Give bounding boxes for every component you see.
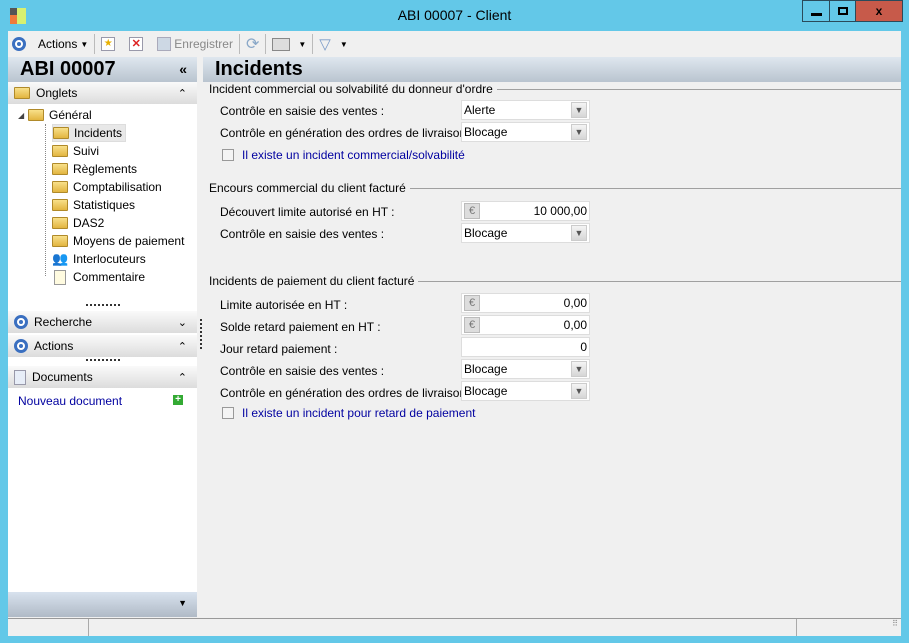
search-pane-header[interactable]: Recherche ⌄ bbox=[8, 311, 197, 333]
main-panel: Incidents Incident commercial ou solvabi… bbox=[203, 57, 901, 617]
label: Limite autorisée en HT : bbox=[220, 298, 348, 312]
tree-item-moyens-paiement[interactable]: Moyens de paiement bbox=[52, 232, 184, 250]
folder-icon bbox=[52, 181, 68, 193]
collapse-icon[interactable]: ⌃ bbox=[178, 87, 187, 100]
overdraft-limit-input[interactable]: €10 000,00 bbox=[461, 201, 590, 221]
commercial-incident-checkbox[interactable]: Il existe un incident commercial/solvabi… bbox=[222, 148, 465, 162]
close-button[interactable]: x bbox=[855, 0, 903, 22]
note-icon bbox=[54, 269, 66, 285]
tabs-pane-header[interactable]: Onglets ⌃ bbox=[8, 82, 197, 104]
toolbar: Actions ▼ ★ ✕ Enregistrer ⟳ ▼ ▽ ▼ bbox=[8, 31, 901, 57]
client-area: Actions ▼ ★ ✕ Enregistrer ⟳ ▼ ▽ ▼ ABI 0000… bbox=[8, 31, 901, 636]
sales-control-select[interactable]: Blocage ▼ bbox=[461, 359, 590, 379]
folder-icon bbox=[52, 199, 68, 211]
folder-icon bbox=[28, 109, 44, 121]
tabs-tree: ◢ Général Incidents Suivi Règlements Com… bbox=[8, 104, 197, 304]
filter-icon: ▽ bbox=[319, 36, 331, 53]
window-title: ABI 00007 - Client bbox=[397, 7, 512, 23]
collapse-icon[interactable]: ⌃ bbox=[178, 340, 187, 353]
label: Contrôle en génération des ordres de liv… bbox=[220, 126, 473, 140]
delivery-control-select[interactable]: Blocage ▼ bbox=[461, 122, 590, 142]
folder-icon bbox=[14, 87, 30, 99]
label: Découvert limite autorisé en HT : bbox=[220, 205, 395, 219]
document-icon bbox=[14, 369, 26, 385]
tree-item-commentaire[interactable]: Commentaire bbox=[52, 268, 145, 286]
minimize-button[interactable] bbox=[802, 0, 830, 22]
resize-grip-icon[interactable]: ⠿ bbox=[797, 619, 901, 636]
tree-item-general[interactable]: Général bbox=[28, 106, 92, 124]
chevron-down-icon[interactable]: ▼ bbox=[571, 124, 587, 140]
contacts-icon: 👥 bbox=[52, 251, 69, 266]
collapse-panel-button[interactable]: « bbox=[179, 57, 187, 82]
title-bar: ABI 00007 - Client x bbox=[0, 0, 909, 31]
new-icon[interactable]: ★ bbox=[101, 37, 116, 51]
delete-icon[interactable]: ✕ bbox=[129, 37, 144, 51]
chevron-down-icon[interactable]: ▼ bbox=[571, 102, 587, 118]
left-panel: ABI 00007 « Onglets ⌃ ◢ Général Incidents … bbox=[8, 57, 197, 617]
authorized-limit-input[interactable]: €0,00 bbox=[461, 293, 590, 313]
save-button[interactable]: Enregistrer bbox=[157, 37, 233, 51]
tree-item-das2[interactable]: DAS2 bbox=[52, 214, 104, 232]
status-cell bbox=[89, 619, 797, 636]
actions-pane-header[interactable]: Actions ⌃ bbox=[8, 335, 197, 357]
late-balance-input[interactable]: €0,00 bbox=[461, 315, 590, 335]
add-icon[interactable]: + bbox=[173, 395, 183, 405]
new-document-link[interactable]: Nouveau document bbox=[18, 394, 122, 408]
actions-pane-icon bbox=[14, 339, 28, 353]
actions-menu-button[interactable]: Actions ▼ bbox=[38, 37, 88, 51]
tree-item-incidents[interactable]: Incidents bbox=[52, 124, 127, 142]
section-commercial-incident: Incident commercial ou solvabilité du do… bbox=[209, 82, 901, 96]
filter-button[interactable]: ▽ ▼ bbox=[319, 35, 347, 53]
open-folder-icon bbox=[53, 127, 69, 139]
status-cell bbox=[8, 619, 89, 636]
collapse-icon[interactable]: ⌃ bbox=[178, 371, 187, 384]
folder-icon bbox=[52, 145, 68, 157]
tree-item-reglements[interactable]: Règlements bbox=[52, 160, 137, 178]
folder-icon bbox=[52, 163, 68, 175]
label: Contrôle en saisie des ventes : bbox=[220, 227, 385, 241]
expand-icon[interactable]: ⌄ bbox=[178, 316, 187, 329]
chevron-down-icon[interactable]: ▼ bbox=[571, 225, 587, 241]
folder-icon bbox=[52, 217, 68, 229]
label: Contrôle en saisie des ventes : bbox=[220, 104, 385, 118]
euro-icon: € bbox=[464, 203, 480, 219]
sales-control-select[interactable]: Alerte ▼ bbox=[461, 100, 590, 120]
splitter-handle[interactable] bbox=[86, 359, 120, 361]
chevron-down-icon[interactable]: ▼ bbox=[178, 598, 187, 608]
documents-pane-header[interactable]: Documents ⌃ bbox=[8, 366, 197, 388]
refresh-icon[interactable]: ⟳ bbox=[246, 34, 259, 54]
search-pane-icon bbox=[14, 315, 28, 329]
label: Contrôle en saisie des ventes : bbox=[220, 364, 385, 378]
print-icon bbox=[272, 37, 291, 51]
tree-item-statistiques[interactable]: Statistiques bbox=[52, 196, 135, 214]
tree-item-suivi[interactable]: Suivi bbox=[52, 142, 99, 160]
panel-options-bar[interactable]: ▼ bbox=[8, 592, 197, 617]
chevron-down-icon[interactable]: ▼ bbox=[571, 383, 587, 399]
section-encours: Encours commercial du client facturé bbox=[209, 181, 901, 195]
late-payment-incident-checkbox[interactable]: Il existe un incident pour retard de pai… bbox=[222, 406, 475, 420]
folder-icon bbox=[52, 235, 68, 247]
maximize-button[interactable] bbox=[829, 0, 856, 22]
chevron-down-icon[interactable]: ▼ bbox=[571, 361, 587, 377]
nav-icon[interactable] bbox=[12, 37, 26, 51]
expand-toggle-icon[interactable]: ◢ bbox=[18, 111, 24, 120]
vertical-splitter[interactable] bbox=[200, 319, 202, 349]
print-button[interactable]: ▼ bbox=[272, 37, 306, 51]
tree-item-comptabilisation[interactable]: Comptabilisation bbox=[52, 178, 162, 196]
late-days-input[interactable]: 0 bbox=[461, 337, 590, 357]
delivery-control-select[interactable]: Blocage ▼ bbox=[461, 381, 590, 401]
label: Jour retard paiement : bbox=[220, 342, 338, 356]
splitter-handle[interactable] bbox=[86, 304, 120, 306]
section-payment-incidents: Incidents de paiement du client facturé bbox=[209, 274, 901, 288]
status-bar: ⠿ bbox=[8, 618, 901, 636]
euro-icon: € bbox=[464, 295, 480, 311]
tree-item-interlocuteurs[interactable]: 👥 Interlocuteurs bbox=[52, 250, 146, 268]
euro-icon: € bbox=[464, 317, 480, 333]
label: Contrôle en génération des ordres de liv… bbox=[220, 386, 473, 400]
sales-control-select[interactable]: Blocage ▼ bbox=[461, 223, 590, 243]
save-icon bbox=[157, 37, 172, 51]
page-title: Incidents bbox=[203, 57, 901, 82]
label: Solde retard paiement en HT : bbox=[220, 320, 381, 334]
record-header: ABI 00007 « bbox=[8, 57, 197, 82]
